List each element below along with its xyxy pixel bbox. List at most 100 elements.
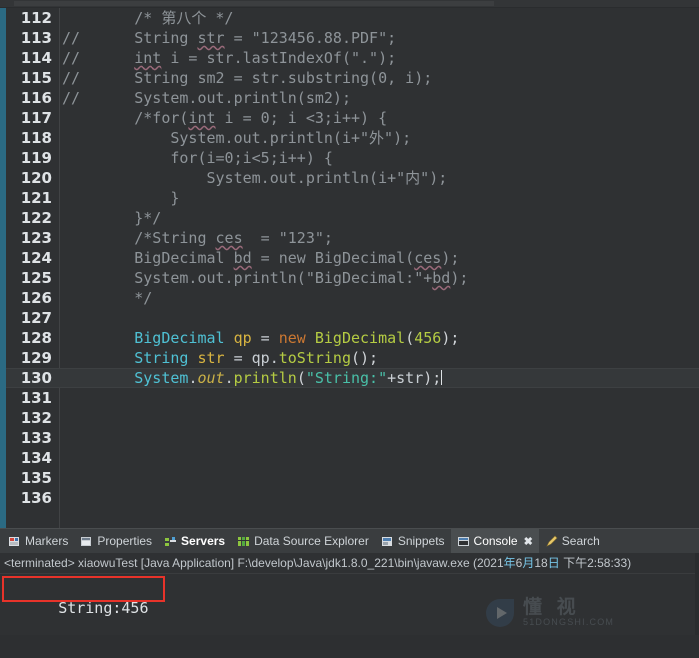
line-number: 117 bbox=[20, 109, 52, 127]
code-editor[interactable]: 112 /* 第八个 */113// String str = "123456.… bbox=[0, 8, 699, 528]
code-token: new bbox=[278, 329, 306, 347]
console-terminated-status: <terminated> xiaowuTest [Java Applicatio… bbox=[0, 553, 699, 574]
code-line[interactable]: 134 bbox=[6, 448, 699, 468]
line-content: String str = qp.toString(); bbox=[62, 348, 378, 368]
editor-horizontal-scrollbar[interactable] bbox=[0, 0, 699, 8]
code-line[interactable]: 113 // String str = "123456.88.PDF"; bbox=[6, 28, 699, 48]
line-number: 130 bbox=[20, 369, 52, 387]
view-tab-servers[interactable]: Servers bbox=[158, 529, 231, 553]
bottom-view-tab-bar[interactable]: Markers Properties Servers Data Source Expl… bbox=[0, 528, 699, 553]
line-content: for(i=0;i<5;i++) { bbox=[62, 148, 333, 168]
code-line[interactable]: 117 /*for(int i = 0; i <3;i++) { bbox=[6, 108, 699, 128]
code-token: /* 第八个 */ bbox=[134, 9, 234, 27]
code-token: (); bbox=[351, 349, 379, 367]
line-number: 131 bbox=[20, 389, 52, 407]
console-vertical-scrollbar[interactable] bbox=[695, 553, 699, 635]
line-content: System.out.println(i+"内"); bbox=[62, 168, 448, 188]
code-token: toString bbox=[278, 349, 351, 367]
scrollbar-thumb[interactable] bbox=[14, 1, 494, 6]
code-token: }*/ bbox=[134, 209, 162, 227]
close-icon[interactable]: ✖ bbox=[524, 535, 533, 548]
servers-icon bbox=[164, 535, 177, 548]
code-token: ces bbox=[215, 229, 243, 247]
line-number: 114 bbox=[20, 49, 52, 67]
code-line[interactable]: 127 bbox=[6, 308, 699, 328]
code-token: . bbox=[269, 349, 279, 367]
view-tab-label: Console bbox=[473, 534, 518, 548]
console-output-area[interactable]: String:456 bbox=[0, 574, 699, 658]
code-token: ( bbox=[405, 329, 415, 347]
code-line[interactable]: 121 } bbox=[6, 188, 699, 208]
view-tab-snippets[interactable]: Snippets bbox=[375, 529, 451, 553]
code-line[interactable]: 126 */ bbox=[6, 288, 699, 308]
line-content: /*for(int i = 0; i <3;i++) { bbox=[62, 108, 387, 128]
line-number: 116 bbox=[20, 89, 52, 107]
code-line[interactable]: 116 // System.out.println(sm2); bbox=[6, 88, 699, 108]
code-line[interactable]: 123 /*String ces = "123"; bbox=[6, 228, 699, 248]
view-tab-console[interactable]: Console ✖ bbox=[450, 529, 539, 553]
code-token: "String:" bbox=[305, 369, 388, 387]
line-content: // int i = str.lastIndexOf("."); bbox=[62, 48, 396, 68]
view-tab-data-source-explorer[interactable]: Data Source Explorer bbox=[231, 529, 375, 553]
line-content: // String sm2 = str.substring(0, i); bbox=[62, 68, 432, 88]
code-token: BigDecimal bbox=[134, 329, 225, 347]
view-tab-search[interactable]: Search bbox=[539, 529, 606, 553]
code-token: int bbox=[134, 49, 162, 67]
code-line[interactable]: 130 System.out.println("String:"+str); bbox=[6, 368, 699, 388]
code-line[interactable]: 120 System.out.println(i+"内"); bbox=[6, 168, 699, 188]
code-line[interactable]: 122 }*/ bbox=[6, 208, 699, 228]
line-number: 118 bbox=[20, 129, 52, 147]
line-number: 125 bbox=[20, 269, 52, 287]
code-token: str bbox=[197, 349, 225, 367]
line-content: BigDecimal bd = new BigDecimal(ces); bbox=[62, 248, 459, 268]
code-token: + bbox=[387, 369, 397, 387]
line-number: 119 bbox=[20, 149, 52, 167]
line-content: System.out.println("BigDecimal:"+bd); bbox=[62, 268, 468, 288]
code-token: i = str.lastIndexOf("."); bbox=[161, 49, 397, 67]
code-token: ); bbox=[441, 329, 460, 347]
code-lines-container[interactable]: 112 /* 第八个 */113// String str = "123456.… bbox=[6, 8, 699, 528]
code-line[interactable]: 118 System.out.println(i+"外"); bbox=[6, 128, 699, 148]
line-number: 135 bbox=[20, 469, 52, 487]
code-line[interactable]: 131 bbox=[6, 388, 699, 408]
code-line[interactable]: 132 bbox=[6, 408, 699, 428]
code-line[interactable]: 112 /* 第八个 */ bbox=[6, 8, 699, 28]
line-number: 112 bbox=[20, 9, 52, 27]
eclipse-ide-window: 112 /* 第八个 */113// String str = "123456.… bbox=[0, 0, 699, 635]
view-tab-properties[interactable]: Properties bbox=[74, 529, 158, 553]
code-line[interactable]: 125 System.out.println("BigDecimal:"+bd)… bbox=[6, 268, 699, 288]
line-number: 120 bbox=[20, 169, 52, 187]
text-caret bbox=[441, 370, 443, 385]
line-content: /* 第八个 */ bbox=[62, 8, 233, 28]
markers-icon bbox=[8, 535, 21, 548]
code-line[interactable]: 128 BigDecimal qp = new BigDecimal(456); bbox=[6, 328, 699, 348]
code-line[interactable]: 114 // int i = str.lastIndexOf("."); bbox=[6, 48, 699, 68]
code-line[interactable]: 135 bbox=[6, 468, 699, 488]
line-number: 134 bbox=[20, 449, 52, 467]
view-tab-label: Servers bbox=[181, 534, 226, 548]
search-icon bbox=[545, 535, 558, 548]
line-number: 124 bbox=[20, 249, 52, 267]
code-token: out bbox=[197, 369, 225, 387]
code-token: str bbox=[197, 29, 225, 47]
code-token: ); bbox=[450, 269, 469, 287]
line-content: BigDecimal qp = new BigDecimal(456); bbox=[62, 328, 459, 348]
view-tab-label: Snippets bbox=[397, 534, 445, 548]
line-number: 121 bbox=[20, 189, 52, 207]
code-line[interactable]: 119 for(i=0;i<5;i++) { bbox=[6, 148, 699, 168]
code-token: bd bbox=[233, 249, 252, 267]
code-line[interactable]: 115 // String sm2 = str.substring(0, i); bbox=[6, 68, 699, 88]
code-token: System.out.println(i+"外"); bbox=[170, 129, 412, 147]
view-tab-markers[interactable]: Markers bbox=[2, 529, 74, 553]
code-line[interactable]: 124 BigDecimal bd = new BigDecimal(ces); bbox=[6, 248, 699, 268]
console-panel[interactable]: <terminated> xiaowuTest [Java Applicatio… bbox=[0, 553, 699, 635]
console-icon bbox=[457, 535, 470, 548]
code-token: BigDecimal bbox=[314, 329, 406, 347]
code-line[interactable]: 129 String str = qp.toString(); bbox=[6, 348, 699, 368]
code-token: System.out.println("BigDecimal:"+ bbox=[134, 269, 433, 287]
code-line[interactable]: 136 bbox=[6, 488, 699, 508]
line-number: 128 bbox=[20, 329, 52, 347]
code-line[interactable]: 133 bbox=[6, 428, 699, 448]
code-token: System bbox=[134, 369, 189, 387]
